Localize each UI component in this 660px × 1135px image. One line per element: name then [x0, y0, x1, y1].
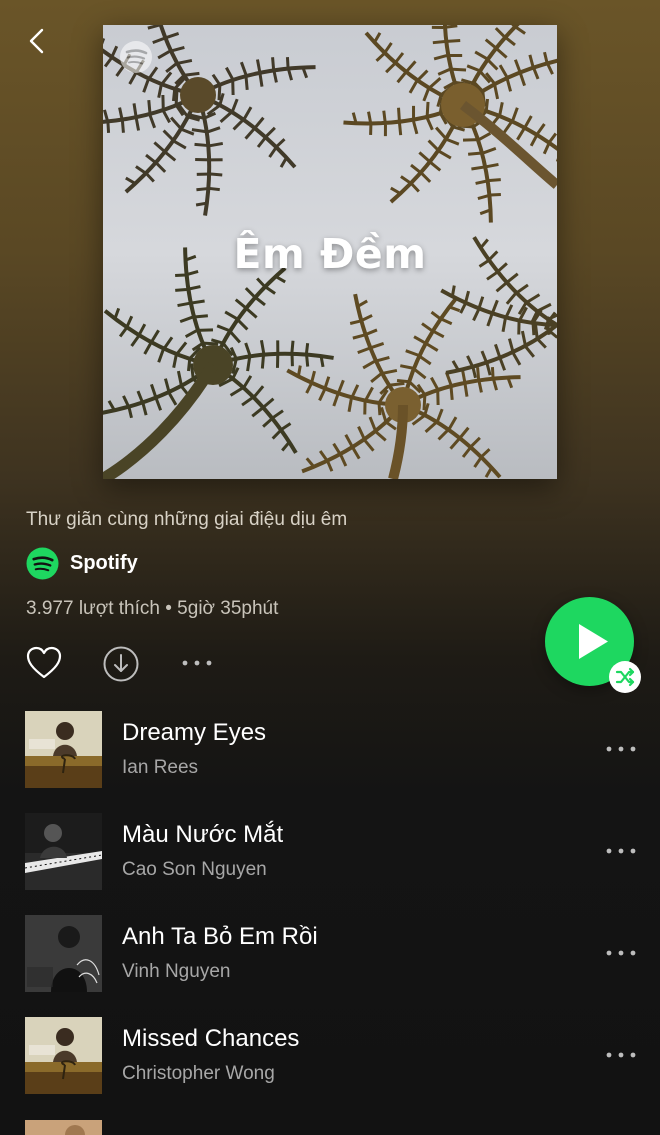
more-horizontal-icon: [606, 950, 636, 956]
playlist-cover: Êm Đềm: [103, 25, 557, 479]
download-icon: [103, 646, 139, 682]
track-title: Dreamy Eyes: [122, 719, 267, 746]
album-art: [25, 915, 102, 992]
track-artist: Ian Rees: [122, 757, 199, 778]
owner-name: Spotify: [70, 551, 138, 574]
playlist-description: Thư giãn cùng những giai điệu dịu êm: [26, 509, 348, 530]
shuffle-icon: [615, 667, 635, 687]
track-more-button[interactable]: [604, 943, 638, 963]
heart-outline-icon: [26, 646, 62, 679]
album-art-image: [25, 813, 102, 890]
track-artist: Christopher Wong: [122, 1063, 275, 1084]
more-options-button[interactable]: [180, 654, 214, 672]
track-more-button[interactable]: [604, 739, 638, 759]
album-art: [25, 711, 102, 788]
like-button[interactable]: [26, 646, 62, 680]
album-art-image: [25, 1017, 102, 1094]
playlist-owner[interactable]: Spotify: [26, 546, 138, 580]
album-art: [25, 1017, 102, 1094]
shuffle-button[interactable]: [609, 661, 641, 693]
more-horizontal-icon: [606, 1052, 636, 1058]
download-button[interactable]: [103, 646, 139, 682]
cover-title: Êm Đềm: [233, 230, 427, 278]
track-artist: Cao Son Nguyen: [122, 859, 267, 880]
track-row[interactable]: Missed Chances Christopher Wong: [0, 1017, 660, 1097]
more-horizontal-icon: [182, 660, 212, 666]
track-title: Missed Chances: [122, 1025, 300, 1052]
album-art: [25, 1120, 102, 1135]
album-art-image: [25, 1120, 102, 1135]
album-art-image: [25, 711, 102, 788]
track-more-button[interactable]: [604, 841, 638, 861]
more-horizontal-icon: [606, 848, 636, 854]
track-more-button[interactable]: [604, 1045, 638, 1065]
track-row[interactable]: Anh Ta Bỏ Em Rồi Vinh Nguyen: [0, 915, 660, 995]
track-row[interactable]: Dreamy Eyes Ian Rees: [0, 711, 660, 791]
album-art-image: [25, 915, 102, 992]
chevron-left-icon: [29, 28, 44, 54]
track-row[interactable]: Màu Nước Mắt Cao Son Nguyen: [0, 813, 660, 893]
more-horizontal-icon: [606, 746, 636, 752]
track-artist: Vinh Nguyen: [122, 961, 231, 982]
spotify-logo-icon: [26, 546, 59, 580]
spotify-logo-icon: [120, 41, 152, 73]
track-title: Anh Ta Bỏ Em Rồi: [122, 923, 318, 950]
back-button[interactable]: [24, 26, 54, 56]
playlist-stats: 3.977 lượt thích • 5giờ 35phút: [26, 598, 279, 619]
track-title: Màu Nước Mắt: [122, 821, 284, 848]
album-art: [25, 813, 102, 890]
